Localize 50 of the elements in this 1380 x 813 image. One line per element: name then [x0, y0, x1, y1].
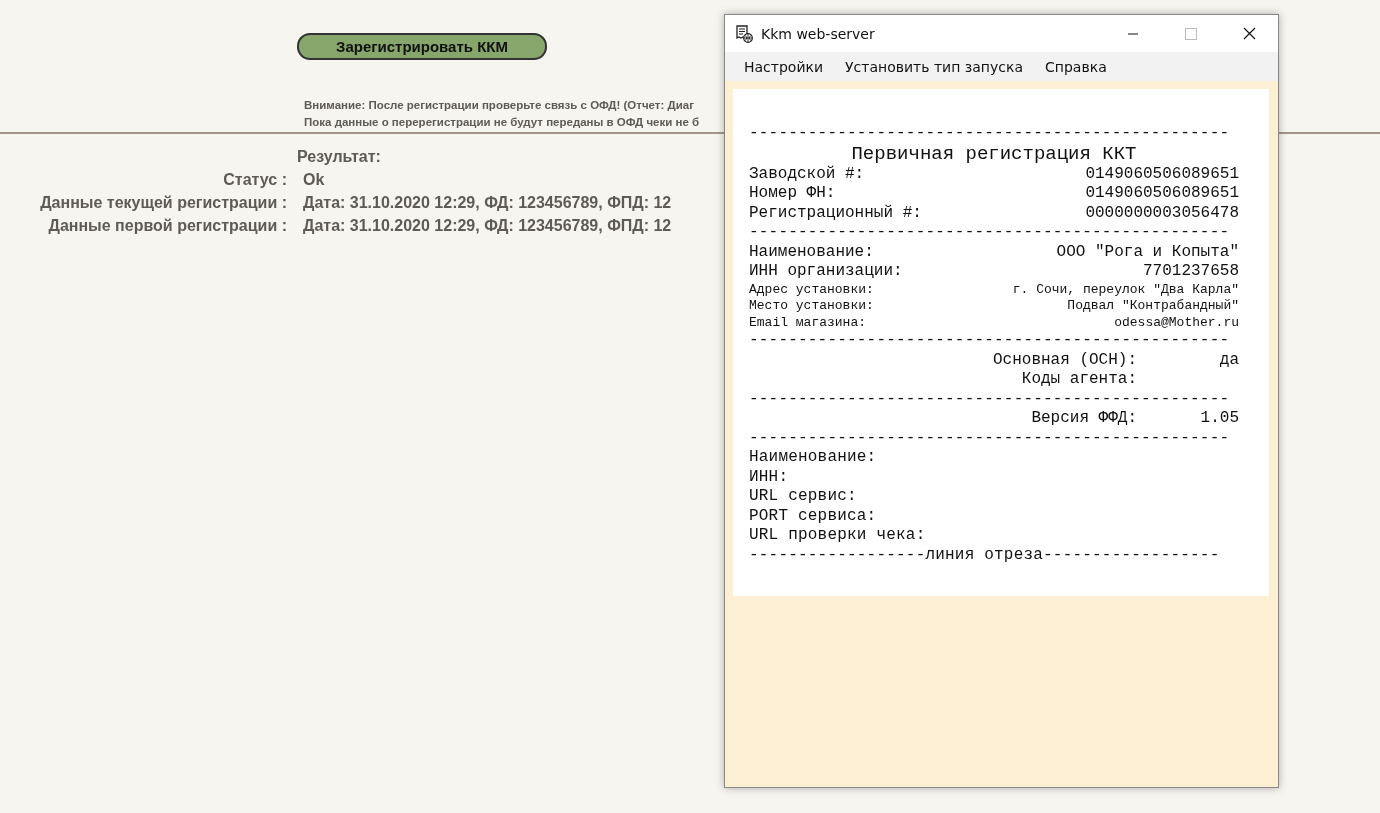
- receipt-label: ИНН организации:: [749, 262, 903, 282]
- warning-text: Пока данные о перерегистрации не будут переданы в ОФД чеки не б: [304, 115, 700, 130]
- receipt-value: 7701237658: [1143, 262, 1239, 282]
- warning-text: Внимание: После регистрации проверьте связь с ОФД! (Отчет: Диаг: [304, 98, 694, 113]
- receipt-line: -------------------------------------------------: [749, 428, 1230, 448]
- window-title: Kkm web-server: [761, 25, 876, 42]
- receipt-value: г. Сочи, переулок "Два Карла": [1012, 281, 1239, 298]
- receipt-line: -------------------------------------------------: [749, 331, 1230, 351]
- receipt-label: Место установки:: [749, 298, 874, 315]
- field-value: Дата: 31.10.2020 12:29, ФД: 123456789, ФПД: 12: [303, 194, 672, 212]
- receipt-globe-icon: [735, 24, 753, 43]
- field-value: Дата: 31.10.2020 12:29, ФД: 123456789, ФПД: 12: [303, 217, 672, 235]
- field-label: Данные текущей регистрации :: [40, 194, 287, 212]
- register-button[interactable]: Зарегистрировать ККМ: [297, 33, 547, 60]
- result-heading: Результат:: [297, 148, 381, 166]
- receipt-value: 1.05: [1200, 409, 1239, 429]
- receipt-line: -------------------------------------------------: [749, 124, 1230, 144]
- receipt-label: URL сервис:: [749, 487, 857, 507]
- receipt-label: PORT сервиса:: [749, 506, 877, 526]
- receipt-value: 0000000003056478: [1085, 203, 1239, 223]
- receipt-label: ИНН:: [749, 467, 789, 487]
- receipt-value: ООО "Рога и Копыта": [1056, 242, 1239, 262]
- receipt-value: 0149060506089651: [1085, 184, 1239, 204]
- receipt-label: Коды агента:: [1021, 370, 1137, 390]
- receipt-value: odessa@Mother.ru: [1114, 314, 1239, 331]
- receipt-label: Наименование:: [749, 448, 877, 468]
- receipt-value: да: [1219, 350, 1239, 370]
- receipt-label: URL проверки чека:: [749, 526, 926, 546]
- receipt-label: Email магазина:: [749, 314, 867, 331]
- receipt-label: Версия ФФД:: [1031, 409, 1137, 429]
- field-label: Данные первой регистрации :: [48, 217, 287, 235]
- field-label: Статус :: [223, 171, 287, 189]
- menu-item[interactable]: Настройки: [733, 58, 835, 75]
- receipt-label: Основная (ОСН):: [992, 350, 1137, 370]
- menu-item[interactable]: Справка: [1034, 58, 1118, 75]
- receipt-line: -------------------------------------------------: [749, 389, 1230, 409]
- receipt-value: Подвал "Контрабандный": [1067, 298, 1239, 315]
- receipt-line: ------------------линия отреза------------------: [749, 545, 1220, 565]
- receipt-label: Наименование:: [749, 242, 874, 262]
- receipt-line: -------------------------------------------------: [749, 223, 1230, 243]
- menu-item[interactable]: Установить тип запуска: [834, 58, 1035, 75]
- receipt-title: Первичная регистрация ККТ: [851, 143, 1137, 165]
- receipt-label: Регистрационный #:: [749, 203, 922, 223]
- receipt-label: Адрес установки:: [749, 281, 874, 298]
- receipt-label: Номер ФН:: [749, 184, 836, 204]
- maximize-icon[interactable]: [1185, 27, 1197, 40]
- receipt-label: Заводской #:: [749, 164, 865, 184]
- field-value: Ok: [303, 171, 325, 189]
- receipt-value: 0149060506089651: [1085, 164, 1239, 184]
- close-icon[interactable]: [1242, 27, 1256, 40]
